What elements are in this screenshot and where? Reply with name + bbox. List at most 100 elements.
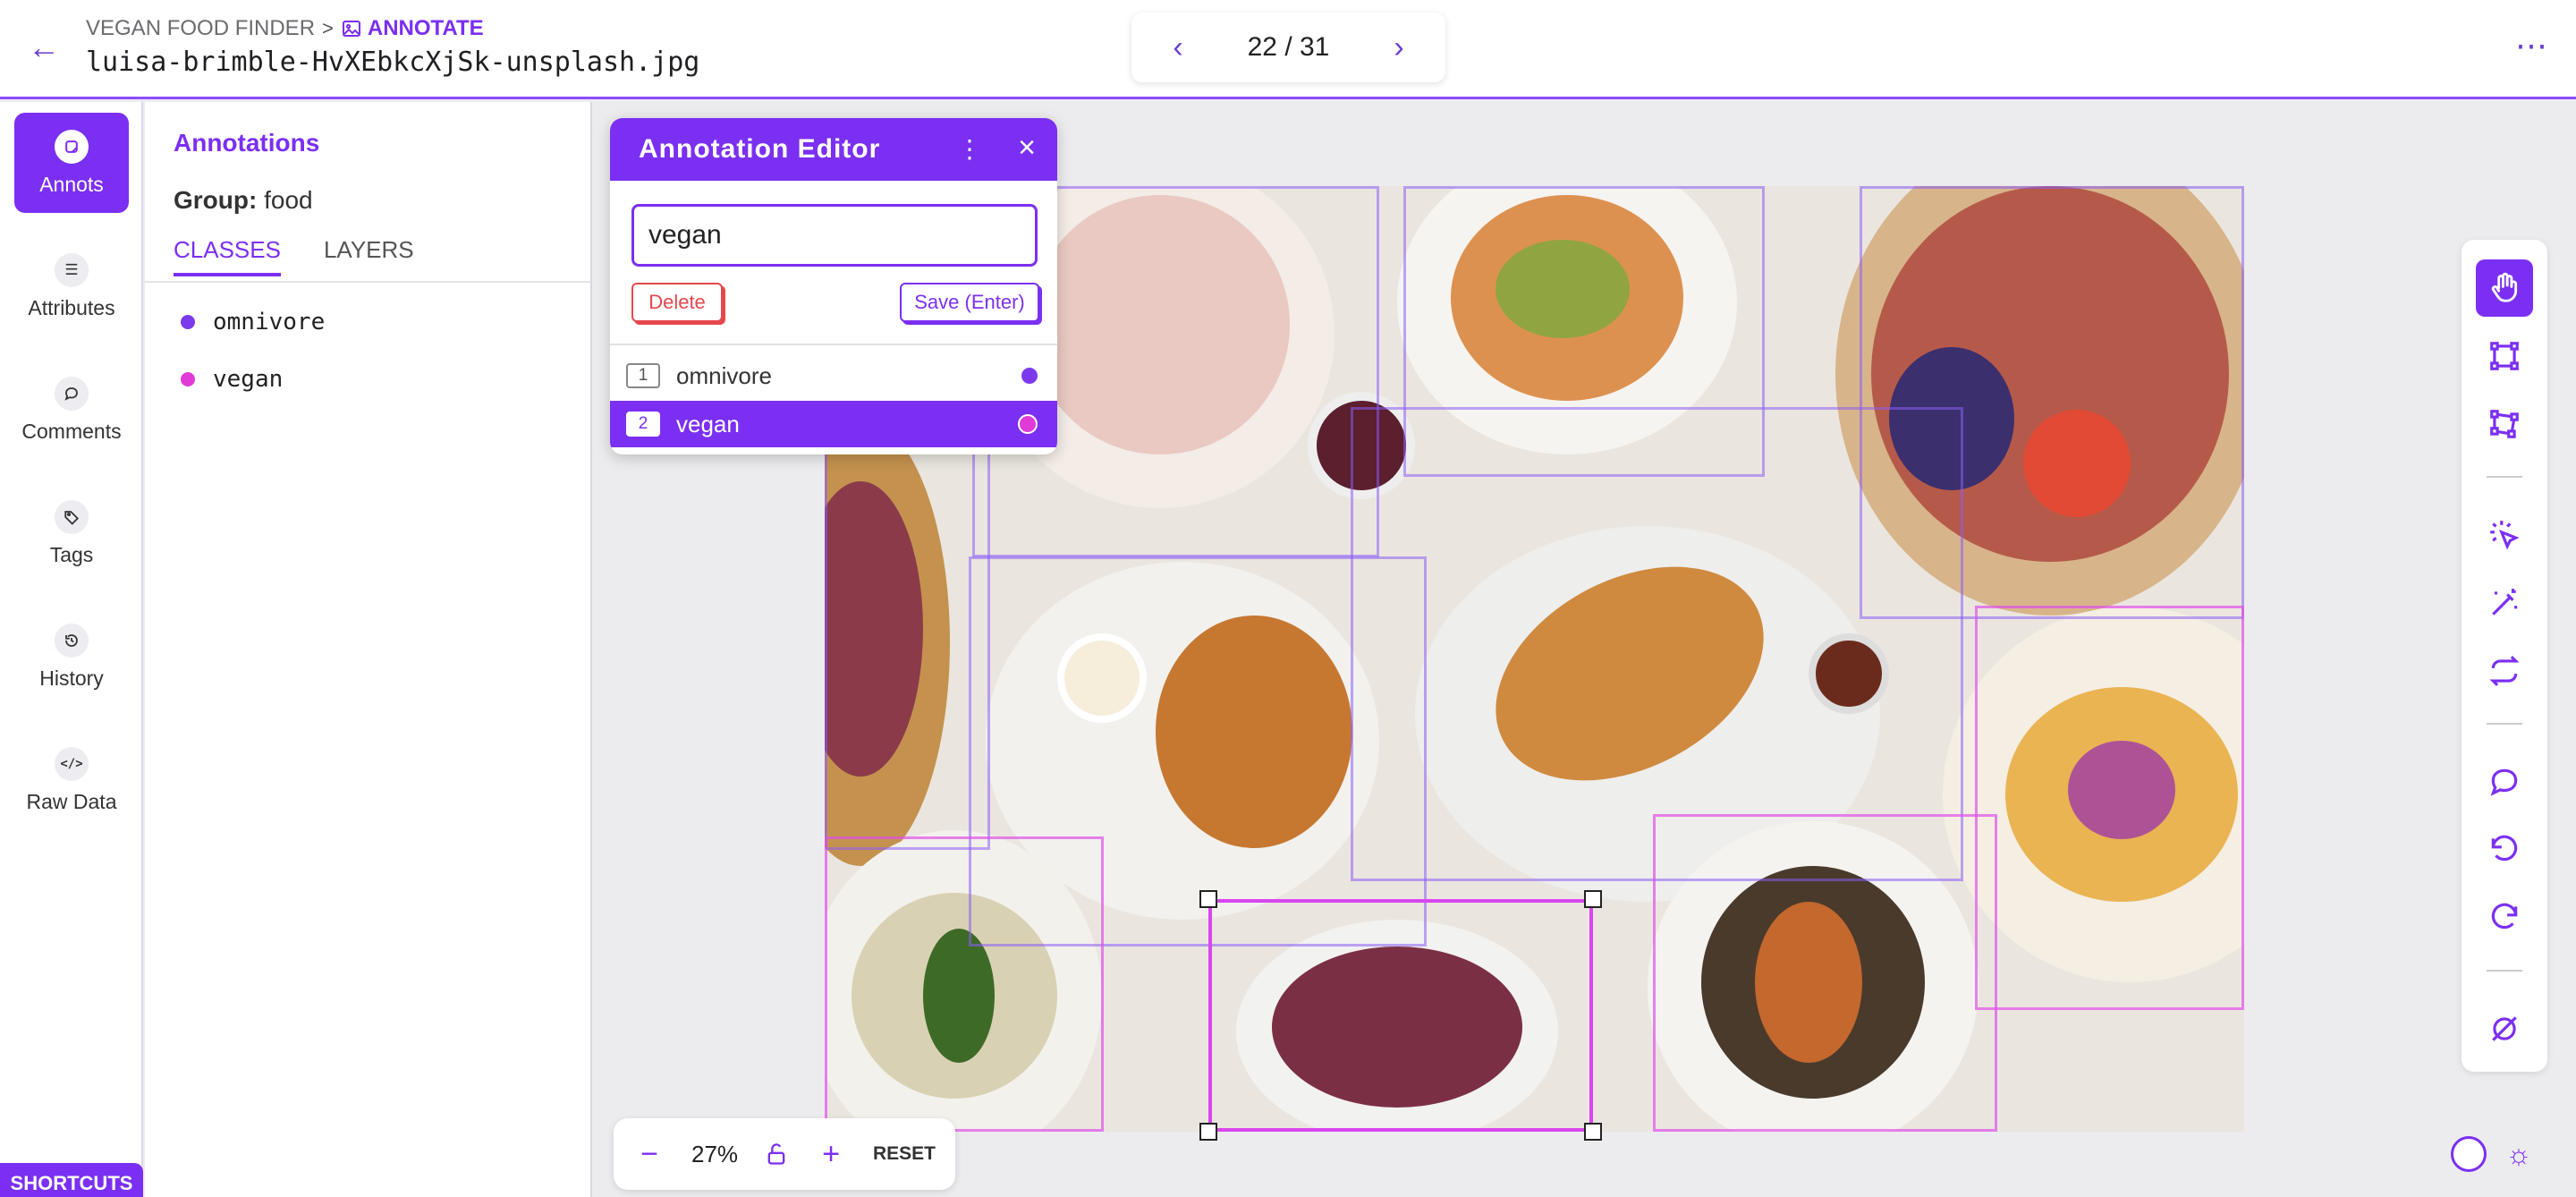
resize-handle-bottom-right[interactable] — [1584, 1123, 1602, 1141]
class-option-vegan[interactable]: 2 vegan — [610, 401, 1057, 447]
class-name: omnivore — [213, 309, 326, 335]
top-header: ← VEGAN FOOD FINDER > ANNOTATE luisa-bri… — [0, 0, 2576, 99]
tab-layers[interactable]: LAYERS — [324, 236, 414, 276]
zoom-controls: − 27% + RESET — [614, 1118, 955, 1190]
resize-handle-top-right[interactable] — [1584, 890, 1602, 908]
bounding-box-tool-icon[interactable] — [2476, 327, 2533, 385]
toolbar-divider — [2487, 476, 2522, 478]
pan-hand-icon[interactable] — [2476, 259, 2533, 317]
delete-button[interactable]: Delete — [631, 283, 723, 322]
class-search-input[interactable] — [631, 204, 1038, 267]
brightness-icon[interactable]: ☼ — [2501, 1136, 2537, 1172]
zoom-reset-button[interactable]: RESET — [873, 1143, 936, 1165]
group-value: food — [264, 186, 313, 214]
annotations-icon — [55, 129, 89, 164]
edible-flowers — [2068, 741, 2175, 839]
toolbar-divider — [2487, 723, 2522, 725]
close-icon[interactable]: × — [1018, 131, 1036, 166]
herbs — [923, 929, 995, 1063]
smart-select-icon[interactable] — [2476, 506, 2533, 564]
resize-handle-top-left[interactable] — [1199, 890, 1217, 908]
peas — [1496, 240, 1630, 338]
sidebar-item-comments[interactable]: Comments — [14, 360, 129, 460]
more-options-icon[interactable]: ⋯ — [2515, 27, 2549, 64]
left-sidebar-rail: Annots ☰ Attributes Comments Tags Histor… — [0, 102, 143, 1197]
annotation-editor-title: Annotation Editor — [639, 134, 881, 164]
panel-tabs: CLASSES LAYERS — [174, 236, 414, 276]
sidebar-item-label: Tags — [49, 542, 94, 566]
toolbar-divider — [2487, 970, 2522, 972]
sidebar-item-label: History — [39, 666, 104, 690]
code-icon: </> — [55, 746, 89, 781]
grilled-shrimp — [1156, 615, 1352, 848]
pager-count: 22 / 31 — [1247, 32, 1330, 62]
polygon-tool-icon[interactable] — [2476, 395, 2533, 453]
hide-annotations-icon[interactable] — [2476, 1000, 2533, 1057]
class-color-dot — [1018, 414, 1038, 434]
breadcrumb-mode-label: ANNOTATE — [367, 16, 484, 40]
sidebar-item-raw-data[interactable]: </> Raw Data — [14, 730, 129, 830]
class-name: vegan — [213, 366, 284, 393]
breadcrumb: VEGAN FOOD FINDER > ANNOTATE — [86, 16, 484, 41]
class-color-dot — [181, 372, 195, 386]
breadcrumb-project[interactable]: VEGAN FOOD FINDER — [86, 16, 315, 41]
kebab-menu-icon[interactable]: ⋮ — [957, 134, 982, 164]
sidebar-item-annots[interactable]: Annots — [14, 113, 129, 213]
cranberry-bowl — [1308, 392, 1415, 499]
class-option-label: vegan — [676, 410, 740, 437]
save-button[interactable]: Save (Enter) — [900, 283, 1039, 322]
redo-icon[interactable] — [2476, 889, 2533, 947]
sidebar-item-label: Comments — [21, 419, 122, 443]
tag-icon — [55, 499, 89, 534]
sidebar-item-history[interactable]: History — [14, 607, 129, 707]
sidebar-item-attributes[interactable]: ☰ Attributes — [14, 236, 129, 336]
next-image-chevron-icon[interactable]: › — [1381, 30, 1417, 65]
annotation-editor-header: Annotation Editor ⋮ × — [610, 118, 1057, 181]
undo-icon[interactable] — [2476, 821, 2533, 879]
back-arrow-icon[interactable]: ← — [23, 27, 64, 68]
comment-tool-icon[interactable] — [2476, 753, 2533, 811]
class-color-dot — [1021, 368, 1038, 384]
group-key: Group: — [174, 186, 258, 214]
zoom-in-button[interactable]: + — [815, 1137, 847, 1172]
unlock-icon[interactable] — [764, 1142, 789, 1167]
class-color-dot — [181, 315, 195, 329]
image-annotate-icon — [342, 21, 360, 37]
class-option-label: omnivore — [676, 361, 772, 389]
tab-divider — [145, 281, 590, 283]
circle-toggle-icon[interactable] — [2451, 1136, 2487, 1172]
editor-divider — [610, 344, 1057, 345]
file-name: luisa-brimble-HvXEbkcXjSk-unsplash.jpg — [86, 47, 700, 78]
peppers — [2023, 410, 2131, 517]
tool-palette — [2462, 240, 2547, 1072]
sliced-ham — [1030, 195, 1290, 454]
resize-handle-bottom-left[interactable] — [1199, 1123, 1217, 1141]
magic-wand-icon[interactable] — [2476, 574, 2533, 632]
blueberries — [1889, 347, 2014, 490]
list-icon: ☰ — [55, 252, 89, 287]
breadcrumb-separator: > — [322, 17, 334, 39]
gravy-bowl — [1809, 633, 1889, 714]
comment-icon — [55, 376, 89, 411]
aioli-bowl — [1057, 633, 1147, 723]
annotations-panel: Annotations Group: food CLASSES LAYERS o… — [145, 102, 703, 1197]
tab-classes[interactable]: CLASSES — [174, 236, 281, 276]
zoom-level: 27% — [691, 1140, 739, 1167]
image-pager: ‹ 22 / 31 › — [1131, 13, 1445, 82]
swap-arrows-icon[interactable] — [2476, 642, 2533, 700]
sidebar-item-label: Attributes — [28, 295, 115, 319]
prev-image-chevron-icon[interactable]: ‹ — [1160, 30, 1196, 65]
class-option-omnivore[interactable]: 1 omnivore — [610, 352, 1057, 399]
annotation-editor: Annotation Editor ⋮ × Delete Save (Enter… — [610, 118, 1057, 454]
shortcuts-button[interactable]: SHORTCUTS — [0, 1163, 143, 1197]
group-label: Group: food — [174, 186, 313, 215]
hotkey-badge: 1 — [626, 363, 660, 388]
zoom-out-button[interactable]: − — [633, 1137, 665, 1172]
bottom-right-controls: ☼ — [2451, 1136, 2537, 1172]
sidebar-item-label: Raw Data — [26, 789, 117, 813]
panel-title: Annotations — [174, 129, 320, 157]
sidebar-item-tags[interactable]: Tags — [14, 483, 129, 583]
hotkey-badge: 2 — [626, 412, 660, 437]
fig-salad — [1272, 947, 1522, 1108]
carrots — [1755, 902, 1862, 1063]
